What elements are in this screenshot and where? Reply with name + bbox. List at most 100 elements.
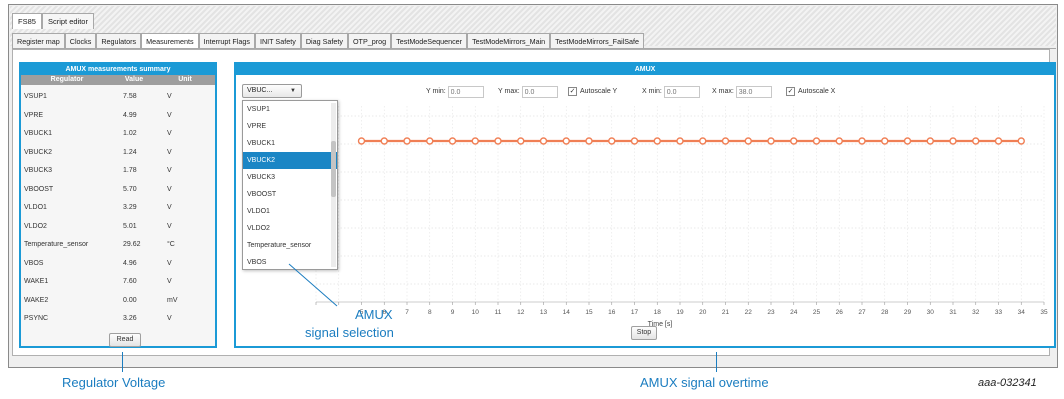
- data-point: [585, 137, 593, 145]
- dropdown-option[interactable]: VBUCK2: [243, 152, 337, 169]
- x-tick-label: 23: [767, 309, 775, 316]
- x-tick-label: 16: [608, 309, 616, 316]
- xmax-label: X max:: [712, 88, 734, 95]
- table-row: VSUP1 7.58 V: [21, 88, 215, 107]
- value-cell: 1.78: [123, 167, 137, 174]
- dropdown-list: VSUP1 VPRE VBUCK1 VBUCK2 VBUCK3 VBOOST VLDO1 VL…: [243, 101, 337, 269]
- table-row: PSYNC 3.26 V: [21, 310, 215, 329]
- x-tick-label: 28: [881, 309, 889, 316]
- x-tick-label: 13: [540, 309, 548, 316]
- summary-table-header: Regulator Value Unit: [21, 75, 215, 85]
- ymin-input[interactable]: [447, 86, 484, 98]
- x-tick-label: 22: [745, 309, 753, 316]
- autoscale-x-label: Autoscale X: [798, 88, 836, 95]
- stop-button[interactable]: Stop: [631, 326, 657, 340]
- x-tick-label: 12: [517, 309, 525, 316]
- dropdown-scrollbar-thumb[interactable]: [331, 141, 336, 197]
- unit-cell: V: [167, 315, 172, 322]
- unit-cell: V: [167, 259, 172, 267]
- amux-signal-dropdown[interactable]: VSUP1 VPRE VBUCK1 VBUCK2 VBUCK3 VBOOST VLDO1 VL…: [242, 100, 338, 270]
- data-point: [972, 137, 980, 145]
- x-tick-label: 34: [1018, 309, 1026, 316]
- tab-diag-safety[interactable]: Diag Safety: [300, 33, 348, 48]
- annotation-line-regulator: [122, 352, 123, 372]
- x-tick-label: 19: [676, 309, 684, 316]
- regulator-cell: VLDO1: [24, 204, 47, 211]
- table-row: VBUCK1 1.02 V: [21, 125, 215, 144]
- xmin-input[interactable]: [663, 86, 700, 98]
- dropdown-option[interactable]: VLDO2: [243, 220, 337, 237]
- value-cell: 3.26: [123, 315, 137, 322]
- regulator-cell: VPRE: [24, 111, 44, 119]
- tab-script-editor[interactable]: Script editor: [41, 13, 94, 29]
- data-point: [699, 137, 707, 145]
- x-tick-label: 29: [904, 309, 912, 316]
- x-tick-label: 31: [949, 309, 957, 316]
- x-tick-label: 7: [405, 309, 409, 316]
- tab-test-mode-mirrors-failsafe[interactable]: TestModeMirrors_FailSafe: [550, 33, 645, 48]
- dropdown-option[interactable]: VBUCK1: [243, 135, 337, 152]
- data-point: [812, 137, 821, 145]
- annotation-arrow-line: [288, 263, 338, 307]
- xmin-label: X min:: [642, 88, 662, 95]
- tab-init-safety[interactable]: INIT Safety: [254, 33, 301, 48]
- data-point: [835, 137, 843, 145]
- dropdown-option[interactable]: VBOOST: [243, 186, 337, 203]
- regulator-cell: PSYNC: [24, 315, 49, 322]
- tab-clocks[interactable]: Clocks: [64, 33, 97, 48]
- tab-interrupt-flags[interactable]: Interrupt Flags: [198, 33, 255, 48]
- value-cell: 5.70: [123, 185, 137, 193]
- unit-cell: V: [167, 278, 172, 285]
- dropdown-option[interactable]: VSUP1: [243, 101, 337, 118]
- ymin-label: Y min:: [426, 88, 446, 95]
- dropdown-option[interactable]: VLDO1: [243, 203, 337, 220]
- column-header-value[interactable]: Value: [113, 75, 155, 85]
- amux-title: AMUX: [236, 64, 1054, 75]
- table-row: WAKE1 7.60 V: [21, 273, 215, 292]
- amux-signal-select[interactable]: VBUC... ▼: [242, 84, 302, 98]
- ymin-control: Y min:: [426, 86, 484, 98]
- annotation-amux-overtime: AMUX signal overtime: [640, 375, 769, 390]
- table-row: VBUCK2 1.24 V: [21, 144, 215, 163]
- autoscale-y-checkbox[interactable]: ✓: [568, 86, 577, 96]
- data-point: [676, 137, 684, 145]
- tab-fs85[interactable]: FS85: [12, 13, 42, 29]
- x-tick-label: 26: [836, 309, 844, 316]
- regulator-cell: VBOS: [24, 259, 44, 267]
- table-row: WAKE2 0.00 mV: [21, 292, 215, 311]
- autoscale-x-control[interactable]: ✓ Autoscale X: [786, 86, 835, 98]
- data-point: [881, 137, 889, 145]
- unit-cell: V: [167, 130, 172, 137]
- dropdown-option[interactable]: VPRE: [243, 118, 337, 135]
- x-tick-label: 11: [495, 309, 502, 316]
- tab-test-mode-mirrors-main[interactable]: TestModeMirrors_Main: [467, 33, 551, 48]
- table-row: VPRE 4.99 V: [21, 107, 215, 126]
- autoscale-x-checkbox[interactable]: ✓: [786, 86, 795, 96]
- xmax-input[interactable]: [735, 86, 772, 98]
- tab-regulators[interactable]: Regulators: [96, 33, 142, 48]
- data-point: [926, 137, 934, 145]
- read-button[interactable]: Read: [109, 333, 141, 347]
- regulator-cell: VSUP1: [24, 93, 47, 100]
- autoscale-y-control[interactable]: ✓ Autoscale Y: [568, 86, 617, 98]
- data-point: [653, 137, 661, 145]
- tab-register-map[interactable]: Register map: [12, 33, 65, 48]
- dropdown-option[interactable]: VBUCK3: [243, 169, 337, 186]
- sub-tab-bar: Register map Clocks Regulators Measureme…: [12, 33, 645, 48]
- regulator-cell: WAKE2: [24, 296, 49, 304]
- column-header-unit[interactable]: Unit: [155, 75, 215, 85]
- value-cell: 0.00: [123, 296, 137, 304]
- dropdown-option[interactable]: Temperature_sensor: [243, 237, 337, 254]
- x-tick-label: 8: [428, 309, 432, 316]
- ymax-input[interactable]: [521, 86, 558, 98]
- x-tick-label: 35: [1040, 309, 1048, 316]
- tab-measurements[interactable]: Measurements: [141, 33, 199, 48]
- data-point: [608, 137, 616, 145]
- regulator-cell: VBUCK3: [24, 167, 53, 174]
- xmax-control: X max:: [712, 86, 772, 98]
- tab-otp-prog[interactable]: OTP_prog: [347, 33, 392, 48]
- column-header-regulator[interactable]: Regulator: [21, 75, 113, 85]
- value-cell: 3.29: [123, 204, 137, 211]
- data-point: [721, 137, 730, 145]
- tab-test-mode-sequencer[interactable]: TestModeSequencer: [391, 33, 468, 48]
